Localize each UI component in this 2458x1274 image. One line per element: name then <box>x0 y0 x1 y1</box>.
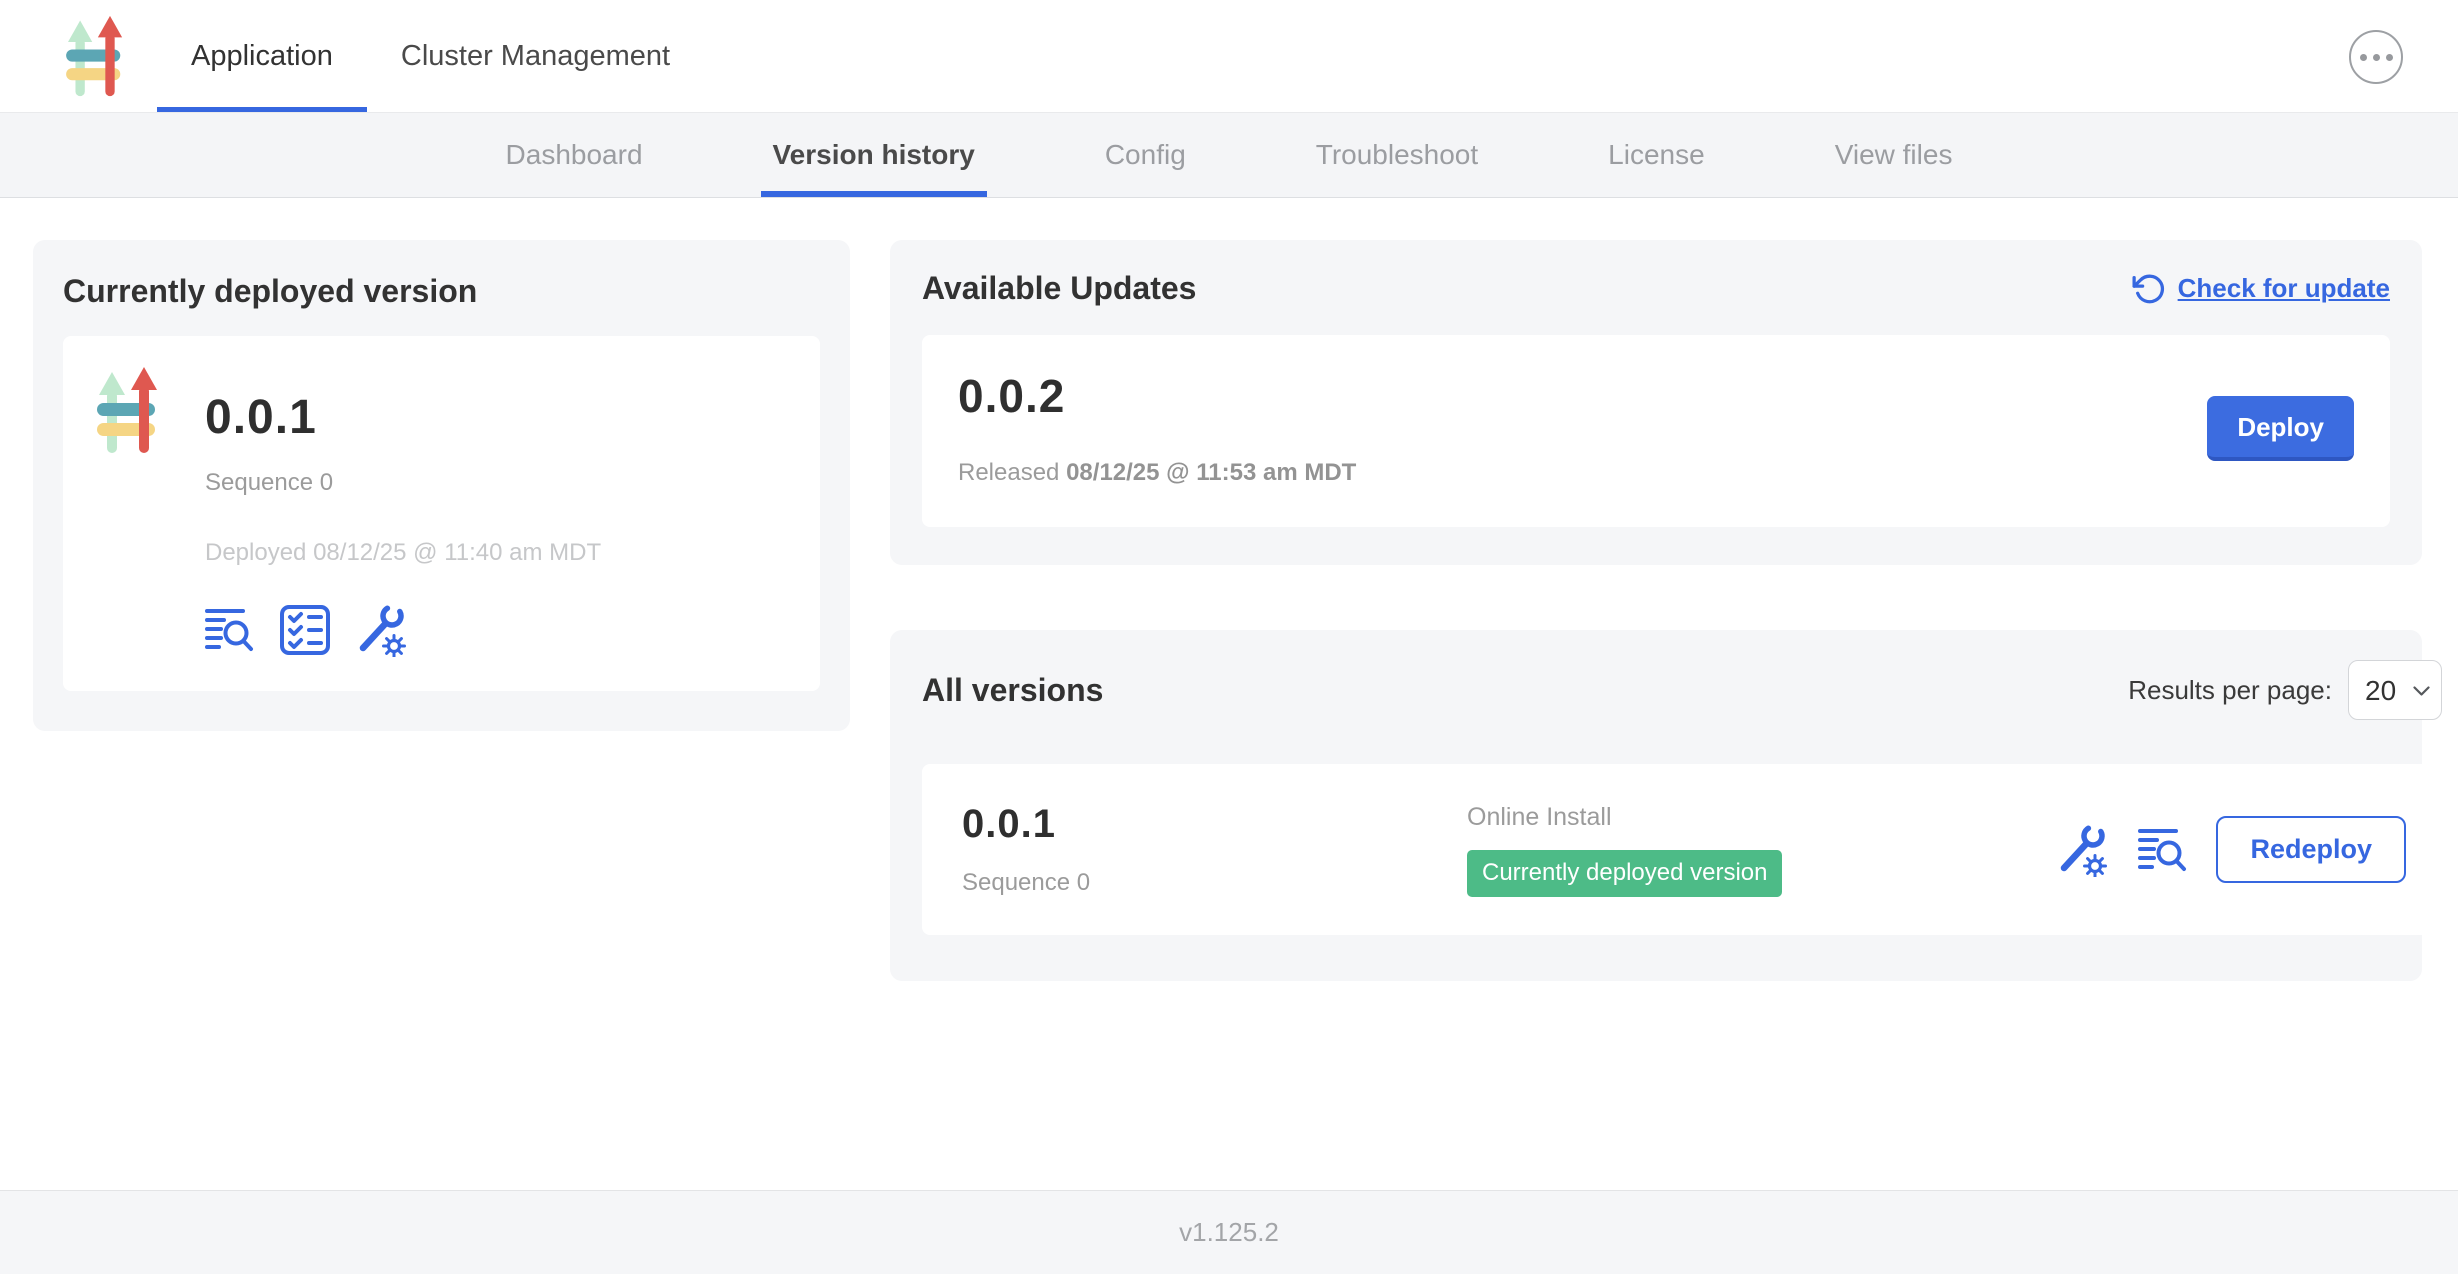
subnav-version-history[interactable]: Version history <box>773 113 975 197</box>
version-row-info: 0.0.1 Sequence 0 <box>962 802 1467 897</box>
subnav-license-label: License <box>1608 139 1705 171</box>
current-version-number: 0.0.1 <box>205 390 601 445</box>
deploy-button[interactable]: Deploy <box>2207 396 2354 461</box>
released-timestamp: 08/12/25 @ 11:53 am MDT <box>1066 459 1356 486</box>
admin-console-page: Application Cluster Management Dashboard… <box>0 0 2458 1274</box>
deployed-timestamp: 08/12/25 @ 11:40 am MDT <box>313 539 601 566</box>
all-versions-title: All versions <box>922 672 1103 709</box>
update-row: 0.0.2 Released 08/12/25 @ 11:53 am MDT D… <box>922 335 2390 527</box>
config-wrench-gear-icon[interactable] <box>2056 823 2110 877</box>
main-content: Currently deployed version 0.0.1 Sequenc… <box>0 198 2458 1190</box>
version-row-actions: Redeploy <box>2056 816 2406 883</box>
update-released-at: Released 08/12/25 @ 11:53 am MDT <box>958 459 1356 487</box>
currently-deployed-badge: Currently deployed version <box>1467 850 1782 897</box>
subnav-config[interactable]: Config <box>1105 113 1186 197</box>
refresh-icon <box>2132 272 2166 306</box>
tab-cluster-management-label: Cluster Management <box>401 40 670 73</box>
current-version-deployed-at: Deployed 08/12/25 @ 11:40 am MDT <box>205 539 601 567</box>
preflight-checklist-icon[interactable] <box>279 604 331 656</box>
top-header: Application Cluster Management <box>0 0 2458 113</box>
subnav-view-files[interactable]: View files <box>1835 113 1953 197</box>
app-logo-icon <box>97 364 161 456</box>
subnav-version-history-label: Version history <box>773 139 975 171</box>
dot <box>2386 54 2393 61</box>
tab-application[interactable]: Application <box>157 0 367 112</box>
row-version-number: 0.0.1 <box>962 802 1467 847</box>
released-prefix: Released <box>958 459 1059 486</box>
all-versions-card: All versions Results per page: 20 <box>890 630 2422 981</box>
subnav-view-files-label: View files <box>1835 139 1953 171</box>
app-logo <box>63 0 129 112</box>
current-version-inner-card: 0.0.1 Sequence 0 Deployed 08/12/25 @ 11:… <box>63 336 820 691</box>
available-updates-card: Available Updates Check for update 0.0.2… <box>890 240 2422 565</box>
subnav-troubleshoot-label: Troubleshoot <box>1316 139 1478 171</box>
logs-search-icon[interactable] <box>205 607 255 653</box>
update-info: 0.0.2 Released 08/12/25 @ 11:53 am MDT <box>958 369 1356 487</box>
subnav-dashboard-label: Dashboard <box>506 139 643 171</box>
update-version-number: 0.0.2 <box>958 369 1356 423</box>
logs-search-icon[interactable] <box>2138 827 2188 873</box>
header-tabs: Application Cluster Management <box>157 0 704 112</box>
results-per-page: Results per page: 20 <box>2128 660 2442 720</box>
subnav-troubleshoot[interactable]: Troubleshoot <box>1316 113 1478 197</box>
currently-deployed-card: Currently deployed version 0.0.1 Sequenc… <box>33 240 850 731</box>
subnav-license[interactable]: License <box>1608 113 1705 197</box>
config-wrench-gear-icon[interactable] <box>355 603 409 657</box>
results-per-page-select[interactable]: 20 <box>2348 660 2442 720</box>
check-for-update-label: Check for update <box>2178 273 2390 304</box>
dot <box>2360 54 2367 61</box>
currently-deployed-title: Currently deployed version <box>63 273 820 310</box>
current-version-actions <box>205 603 601 657</box>
deployed-prefix: Deployed <box>205 539 306 566</box>
subnav-dashboard[interactable]: Dashboard <box>506 113 643 197</box>
dot <box>2373 54 2380 61</box>
console-version: v1.125.2 <box>1179 1217 1279 1248</box>
footer: v1.125.2 <box>0 1190 2458 1274</box>
row-version-sequence: Sequence 0 <box>962 869 1467 897</box>
app-subnav: Dashboard Version history Config Trouble… <box>0 113 2458 198</box>
available-updates-title: Available Updates <box>922 270 1196 307</box>
install-type-label: Online Install <box>1467 803 2056 832</box>
app-logo-icon <box>63 14 129 98</box>
tab-application-label: Application <box>191 40 333 73</box>
overflow-menu-icon[interactable] <box>2349 30 2403 84</box>
version-row: 0.0.1 Sequence 0 Online Install Currentl… <box>922 764 2446 935</box>
redeploy-button[interactable]: Redeploy <box>2216 816 2406 883</box>
current-version-info: 0.0.1 Sequence 0 Deployed 08/12/25 @ 11:… <box>205 364 601 657</box>
right-column: Available Updates Check for update 0.0.2… <box>890 240 2422 1190</box>
tab-cluster-management[interactable]: Cluster Management <box>367 0 704 112</box>
version-row-status: Online Install Currently deployed versio… <box>1467 803 2056 897</box>
check-for-update-link[interactable]: Check for update <box>2132 272 2390 306</box>
subnav-config-label: Config <box>1105 139 1186 171</box>
left-column: Currently deployed version 0.0.1 Sequenc… <box>33 240 850 1190</box>
current-version-sequence: Sequence 0 <box>205 469 601 497</box>
results-per-page-label: Results per page: <box>2128 675 2332 706</box>
